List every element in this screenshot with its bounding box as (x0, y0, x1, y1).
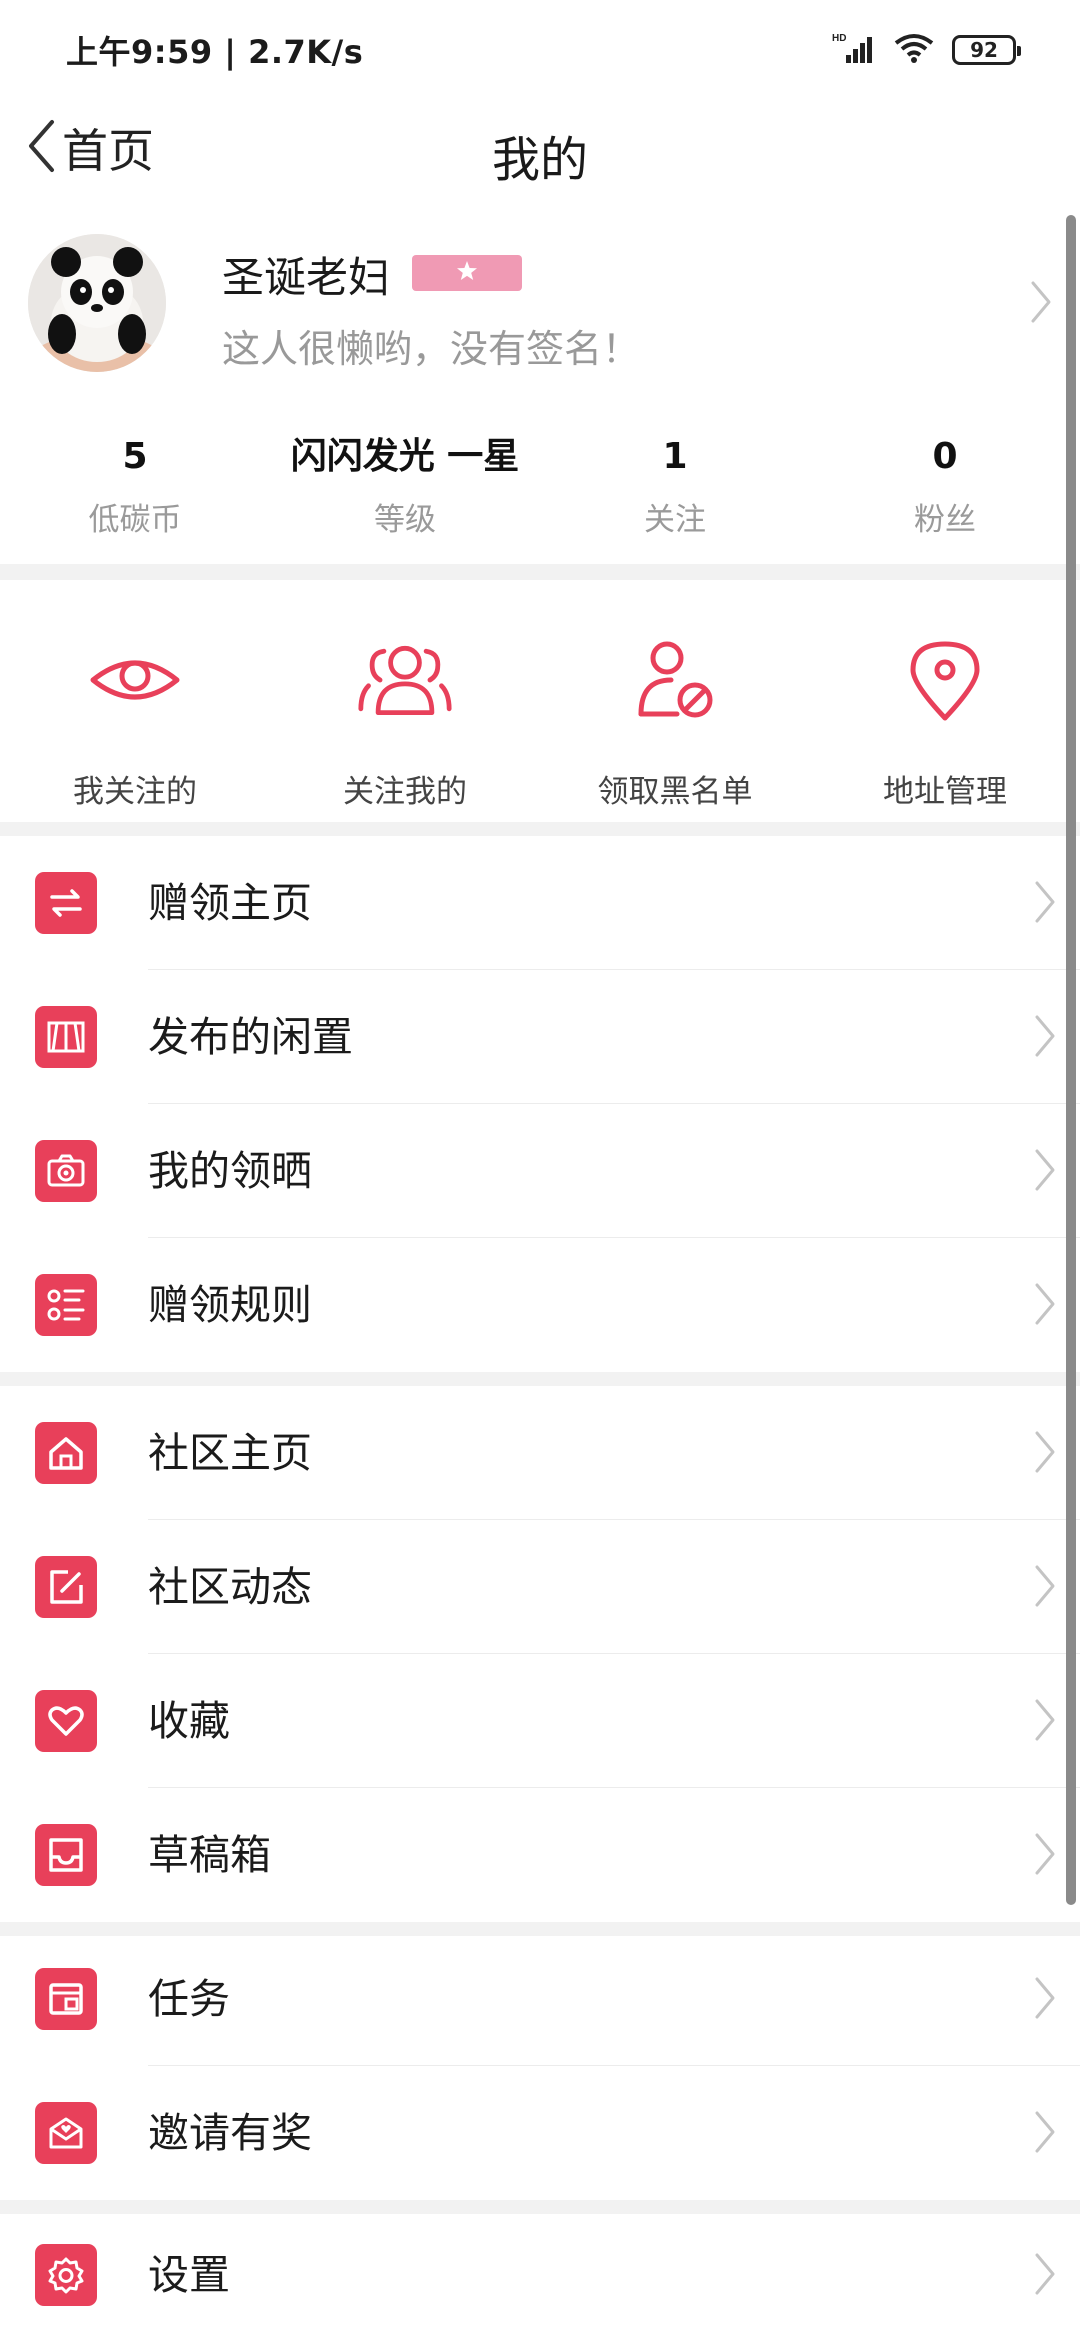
location-pin-icon (897, 638, 993, 722)
battery-level: 92 (970, 38, 998, 62)
chevron-right-icon (1034, 880, 1056, 928)
list-icon (35, 1274, 97, 1336)
chevron-right-icon (1034, 1976, 1056, 2024)
stat-value: 1 (662, 436, 688, 477)
menu-item-label: 邀请有奖 (148, 2109, 312, 2157)
stat-label: 低碳币 (88, 502, 182, 538)
eye-icon (87, 638, 183, 722)
menu-item-label: 我的领晒 (148, 1147, 312, 1195)
avatar[interactable] (28, 234, 166, 372)
menu-item-settings[interactable]: 设置 (0, 2214, 1080, 2340)
menu-item-giveaway-home[interactable]: 赠领主页 (0, 836, 1080, 970)
quick-action-label: 我关注的 (73, 774, 197, 810)
stat-level[interactable]: 闪闪发光 一星 等级 (270, 432, 540, 542)
wifi-icon (892, 31, 936, 69)
menu-item-label: 社区动态 (148, 1563, 312, 1611)
quick-action-my-follows[interactable]: 我关注的 (0, 580, 270, 822)
stat-following[interactable]: 1 关注 (540, 432, 810, 542)
quick-action-label: 关注我的 (343, 774, 467, 810)
edit-icon (35, 1556, 97, 1618)
chevron-right-icon (1034, 2110, 1056, 2158)
section-divider (0, 822, 1080, 836)
stat-label: 等级 (374, 502, 436, 538)
inbox-icon (35, 1824, 97, 1886)
chevron-right-icon (1034, 1282, 1056, 1330)
chevron-right-icon (1030, 280, 1052, 328)
quick-action-label: 地址管理 (883, 774, 1007, 810)
stat-value: 闪闪发光 一星 (290, 436, 520, 477)
star-icon (456, 260, 478, 286)
stat-followers[interactable]: 0 粉丝 (810, 432, 1080, 542)
user-signature: 这人很懒哟，没有签名！ (222, 327, 641, 371)
menu-item-invite-rewards[interactable]: 邀请有奖 (0, 2066, 1080, 2200)
menu-item-community-home[interactable]: 社区主页 (0, 1386, 1080, 1520)
camera-icon (35, 1140, 97, 1202)
users-icon (357, 638, 453, 722)
chevron-right-icon (1034, 1014, 1056, 1062)
chevron-right-icon (1034, 1832, 1056, 1880)
menu-group-giveaway: 赠领主页 发布的闲置 我的领晒 赠领规则 (0, 836, 1080, 1372)
quick-action-label: 领取黑名单 (597, 774, 753, 810)
stat-label: 粉丝 (914, 502, 976, 538)
menu-item-label: 社区主页 (148, 1429, 312, 1477)
menu-item-my-showcase[interactable]: 我的领晒 (0, 1104, 1080, 1238)
exchange-icon (35, 872, 97, 934)
home-icon (35, 1422, 97, 1484)
menu-item-community-feed[interactable]: 社区动态 (0, 1520, 1080, 1654)
page-title: 我的 (491, 132, 588, 188)
menu-item-favorites[interactable]: 收藏 (0, 1654, 1080, 1788)
stall-icon (35, 1006, 97, 1068)
task-icon (35, 1968, 97, 2030)
menu-item-giveaway-rules[interactable]: 赠领规则 (0, 1238, 1080, 1372)
profile-header[interactable]: 圣诞老妇 这人很懒哟，没有签名！ (0, 222, 1080, 392)
stat-coins[interactable]: 5 低碳币 (0, 432, 270, 542)
menu-item-label: 赠领规则 (148, 1281, 312, 1329)
menu-item-label: 设置 (148, 2251, 230, 2299)
chevron-right-icon (1034, 1148, 1056, 1196)
menu-item-label: 收藏 (148, 1697, 230, 1745)
menu-item-label: 赠领主页 (148, 879, 312, 927)
level-badge (412, 255, 522, 291)
signal-icon: HD (832, 31, 876, 69)
nav-bar: 首页 我的 (0, 100, 1080, 196)
scrollbar[interactable] (1066, 215, 1076, 1905)
menu-item-posted-idle[interactable]: 发布的闲置 (0, 970, 1080, 1104)
menu-item-label: 任务 (148, 1975, 230, 2023)
stat-value: 5 (122, 436, 148, 477)
user-block-icon (627, 638, 723, 722)
heart-icon (35, 1690, 97, 1752)
gear-icon (35, 2244, 97, 2306)
quick-action-blacklist[interactable]: 领取黑名单 (540, 580, 810, 822)
menu-group-community: 社区主页 社区动态 收藏 草稿箱 (0, 1386, 1080, 1922)
quick-action-address[interactable]: 地址管理 (810, 580, 1080, 822)
stat-value: 0 (932, 436, 958, 477)
section-divider (0, 564, 1080, 580)
network-type-label: HD (832, 33, 846, 44)
section-divider (0, 2200, 1080, 2214)
battery-icon: 92 (952, 35, 1021, 65)
status-time: 上午9:59 | 2.7K/s (66, 33, 364, 71)
stats-row: 5 低碳币 闪闪发光 一星 等级 1 关注 0 粉丝 (0, 432, 1080, 542)
menu-item-tasks[interactable]: 任务 (0, 1932, 1080, 2066)
chevron-right-icon (1034, 1430, 1056, 1478)
quick-actions: 我关注的 关注我的 领取黑名单 地址管理 (0, 580, 1080, 822)
status-bar: 上午9:59 | 2.7K/s HD 92 (0, 0, 1080, 100)
user-name: 圣诞老妇 (222, 253, 391, 302)
menu-item-label: 发布的闲置 (148, 1013, 353, 1061)
menu-group-rewards: 任务 邀请有奖 (0, 1932, 1080, 2200)
stat-label: 关注 (644, 502, 706, 538)
chevron-right-icon (1034, 2252, 1056, 2300)
quick-action-followers[interactable]: 关注我的 (270, 580, 540, 822)
menu-item-drafts[interactable]: 草稿箱 (0, 1788, 1080, 1922)
section-divider (0, 1372, 1080, 1386)
invite-icon (35, 2102, 97, 2164)
menu-group-settings: 设置 (0, 2214, 1080, 2340)
chevron-right-icon (1034, 1698, 1056, 1746)
status-icons: HD 92 (832, 31, 1021, 69)
chevron-right-icon (1034, 1564, 1056, 1612)
menu-item-label: 草稿箱 (148, 1831, 271, 1879)
